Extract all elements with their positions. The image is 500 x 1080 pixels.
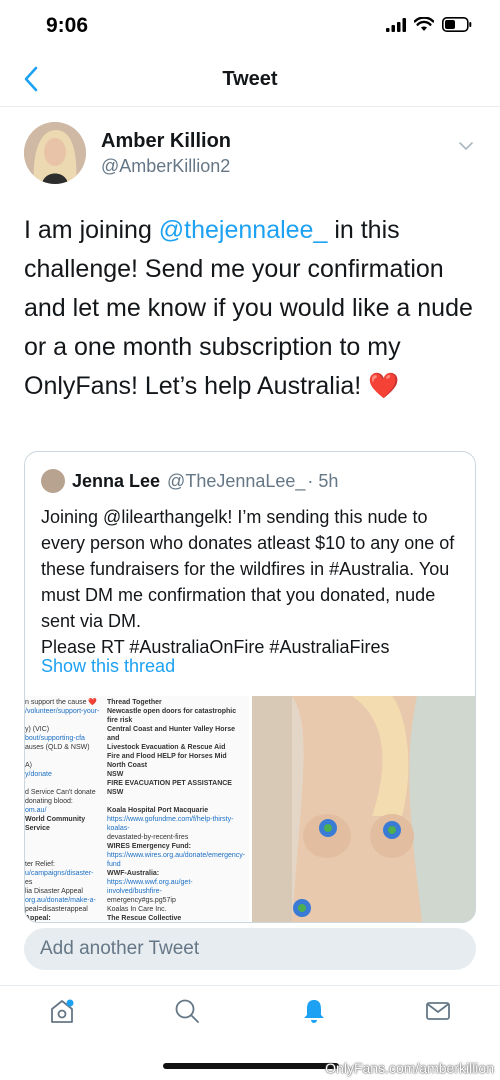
fundraiser-list-image[interactable]: n support the cause ❤️ /volunteer/support… [25, 696, 249, 922]
avatar[interactable] [24, 122, 86, 184]
fundraiser-list-line: auses (QLD & NSW) [25, 744, 90, 751]
heart-emoji: ❤️ [368, 372, 400, 400]
fundraiser-list-line: /volunteer/support-your- [25, 708, 100, 715]
fundraiser-list-line: peal=disasterappeal [25, 906, 88, 913]
battery-icon [442, 17, 472, 32]
quoted-tweet-time: · 5h [307, 470, 339, 491]
tab-bar [0, 985, 500, 1036]
tab-notifications[interactable] [299, 996, 329, 1026]
quoted-author-handle: @TheJennaLee_ [167, 470, 306, 491]
avatar-image [24, 122, 86, 184]
status-bar: 9:06 [0, 0, 500, 52]
author-name[interactable]: Amber Killion [101, 130, 231, 153]
fundraiser-list-line: https://www.wwf.org.au/get-involved/bush… [107, 879, 193, 895]
fundraiser-list-line: es [25, 879, 33, 886]
cellular-signal-icon [386, 17, 406, 32]
fundraiser-list-line: d Service Can't donate [25, 789, 96, 796]
fundraiser-list-line: The Rescue Collective [107, 915, 182, 922]
status-icons [386, 17, 472, 32]
tweet-author: Amber Killion @AmberKillion2 [24, 122, 476, 192]
fundraiser-list-line [25, 851, 103, 860]
tweet-options-button[interactable] [456, 136, 476, 156]
fundraiser-list-line: Newcastle open doors for catastrophic fi… [107, 708, 237, 724]
fundraiser-list-line [25, 842, 103, 851]
quoted-author-name: Jenna Lee [72, 470, 161, 491]
mail-icon [426, 1002, 450, 1020]
fundraiser-list-right-column: Thread Together Newcastle open doors for … [107, 698, 247, 922]
fundraiser-list-line: WIRES Emergency Fund: [107, 843, 192, 850]
home-indicator[interactable] [163, 1063, 339, 1069]
search-icon [175, 999, 199, 1023]
fundraiser-list-line: u/campaigns/disaster- [25, 870, 94, 877]
quoted-tweet[interactable]: Jenna Lee @TheJennaLee_ · 5h Joining @li… [24, 451, 476, 923]
bell-icon [304, 1000, 324, 1023]
fundraiser-list-line: y) (VIC) [25, 726, 50, 733]
mention-link[interactable]: @thejennalee_ [159, 216, 328, 244]
tweet-text-part: I am joining [24, 216, 159, 244]
quoted-avatar [41, 469, 65, 493]
tab-home[interactable] [47, 996, 77, 1026]
navigation-bar: Tweet [0, 52, 500, 107]
fundraiser-list-left-column: n support the cause ❤️ /volunteer/support… [25, 698, 103, 922]
compose-placeholder: Add another Tweet [40, 938, 200, 959]
tab-messages[interactable] [423, 996, 453, 1026]
fundraiser-list-line: WWF-Australia: [107, 870, 160, 877]
fundraiser-list-line: donating blood: [25, 798, 73, 805]
fundraiser-list-line: ter Relief: [25, 861, 55, 868]
tab-search[interactable] [172, 996, 202, 1026]
fundraiser-list-line: NSW [107, 771, 124, 778]
fundraiser-list-line: Thread Together [107, 699, 162, 706]
fundraiser-list-line: om.au/ [25, 807, 47, 814]
fundraiser-list-line: emergency#gs.pg57ip [107, 897, 176, 904]
author-handle[interactable]: @AmberKillion2 [101, 156, 230, 177]
fundraiser-list-line: devastated-by-recent-fires [107, 834, 189, 841]
fundraiser-list-line: Appeal: [25, 915, 51, 922]
quoted-tweet-header: Jenna Lee @TheJennaLee_ · 5h [41, 468, 338, 494]
status-time: 9:06 [46, 14, 89, 37]
fundraiser-list-line: bout/supporting-cfa [25, 735, 85, 742]
photo-image[interactable] [252, 696, 475, 922]
fundraiser-list-line: World Community Service [25, 816, 86, 832]
add-another-tweet-input[interactable]: Add another Tweet [24, 928, 476, 970]
fundraiser-list-line: n support the cause ❤️ [25, 699, 98, 706]
watermark: OnlyFans.com/amberkillion [325, 1060, 494, 1076]
fundraiser-list-line [25, 716, 103, 725]
tweet-text: I am joining @thejennalee_ in this chall… [24, 211, 484, 406]
quoted-tweet-text: Joining @lilearthangelk! I’m sending thi… [41, 507, 455, 657]
fundraiser-list-line [25, 752, 103, 761]
home-icon [51, 999, 74, 1023]
fundraiser-list-line [25, 833, 103, 842]
fundraiser-list-line: https://www.gofundme.com/f/help-thirsty-… [107, 816, 234, 832]
quoted-media: n support the cause ❤️ /volunteer/support… [25, 696, 475, 922]
fundraiser-list-line: Koala Hospital Port Macquarie [107, 807, 209, 814]
fundraiser-list-line: Livestock Evacuation & Rescue Aid [107, 744, 226, 751]
fundraiser-list-line: FIRE EVACUATION PET ASSISTANCE NSW [107, 780, 232, 796]
page-title: Tweet [222, 68, 278, 90]
fundraiser-list-line: y/donate [25, 771, 52, 778]
fundraiser-list-line: https://www.wires.org.au/donate/emergenc… [107, 852, 246, 868]
fundraiser-list-line: Koalas In Care Inc. [107, 906, 167, 913]
fundraiser-list-line [107, 797, 247, 806]
fundraiser-list-line: Fire and Flood HELP for Horses Mid North… [107, 753, 227, 769]
fundraiser-list-line [25, 779, 103, 788]
chevron-down-icon [459, 142, 473, 151]
fundraiser-list-line: A) [25, 762, 32, 769]
show-thread-link[interactable]: Show this thread [41, 656, 175, 677]
fundraiser-list-line: Central Coast and Hunter Valley Horse an… [107, 726, 235, 742]
fundraiser-list-line: lia Disaster Appeal [25, 888, 83, 895]
wifi-icon [414, 17, 434, 31]
photo-illustration [252, 696, 475, 922]
fundraiser-list-line: org.au/donate/make-a- [25, 897, 96, 904]
